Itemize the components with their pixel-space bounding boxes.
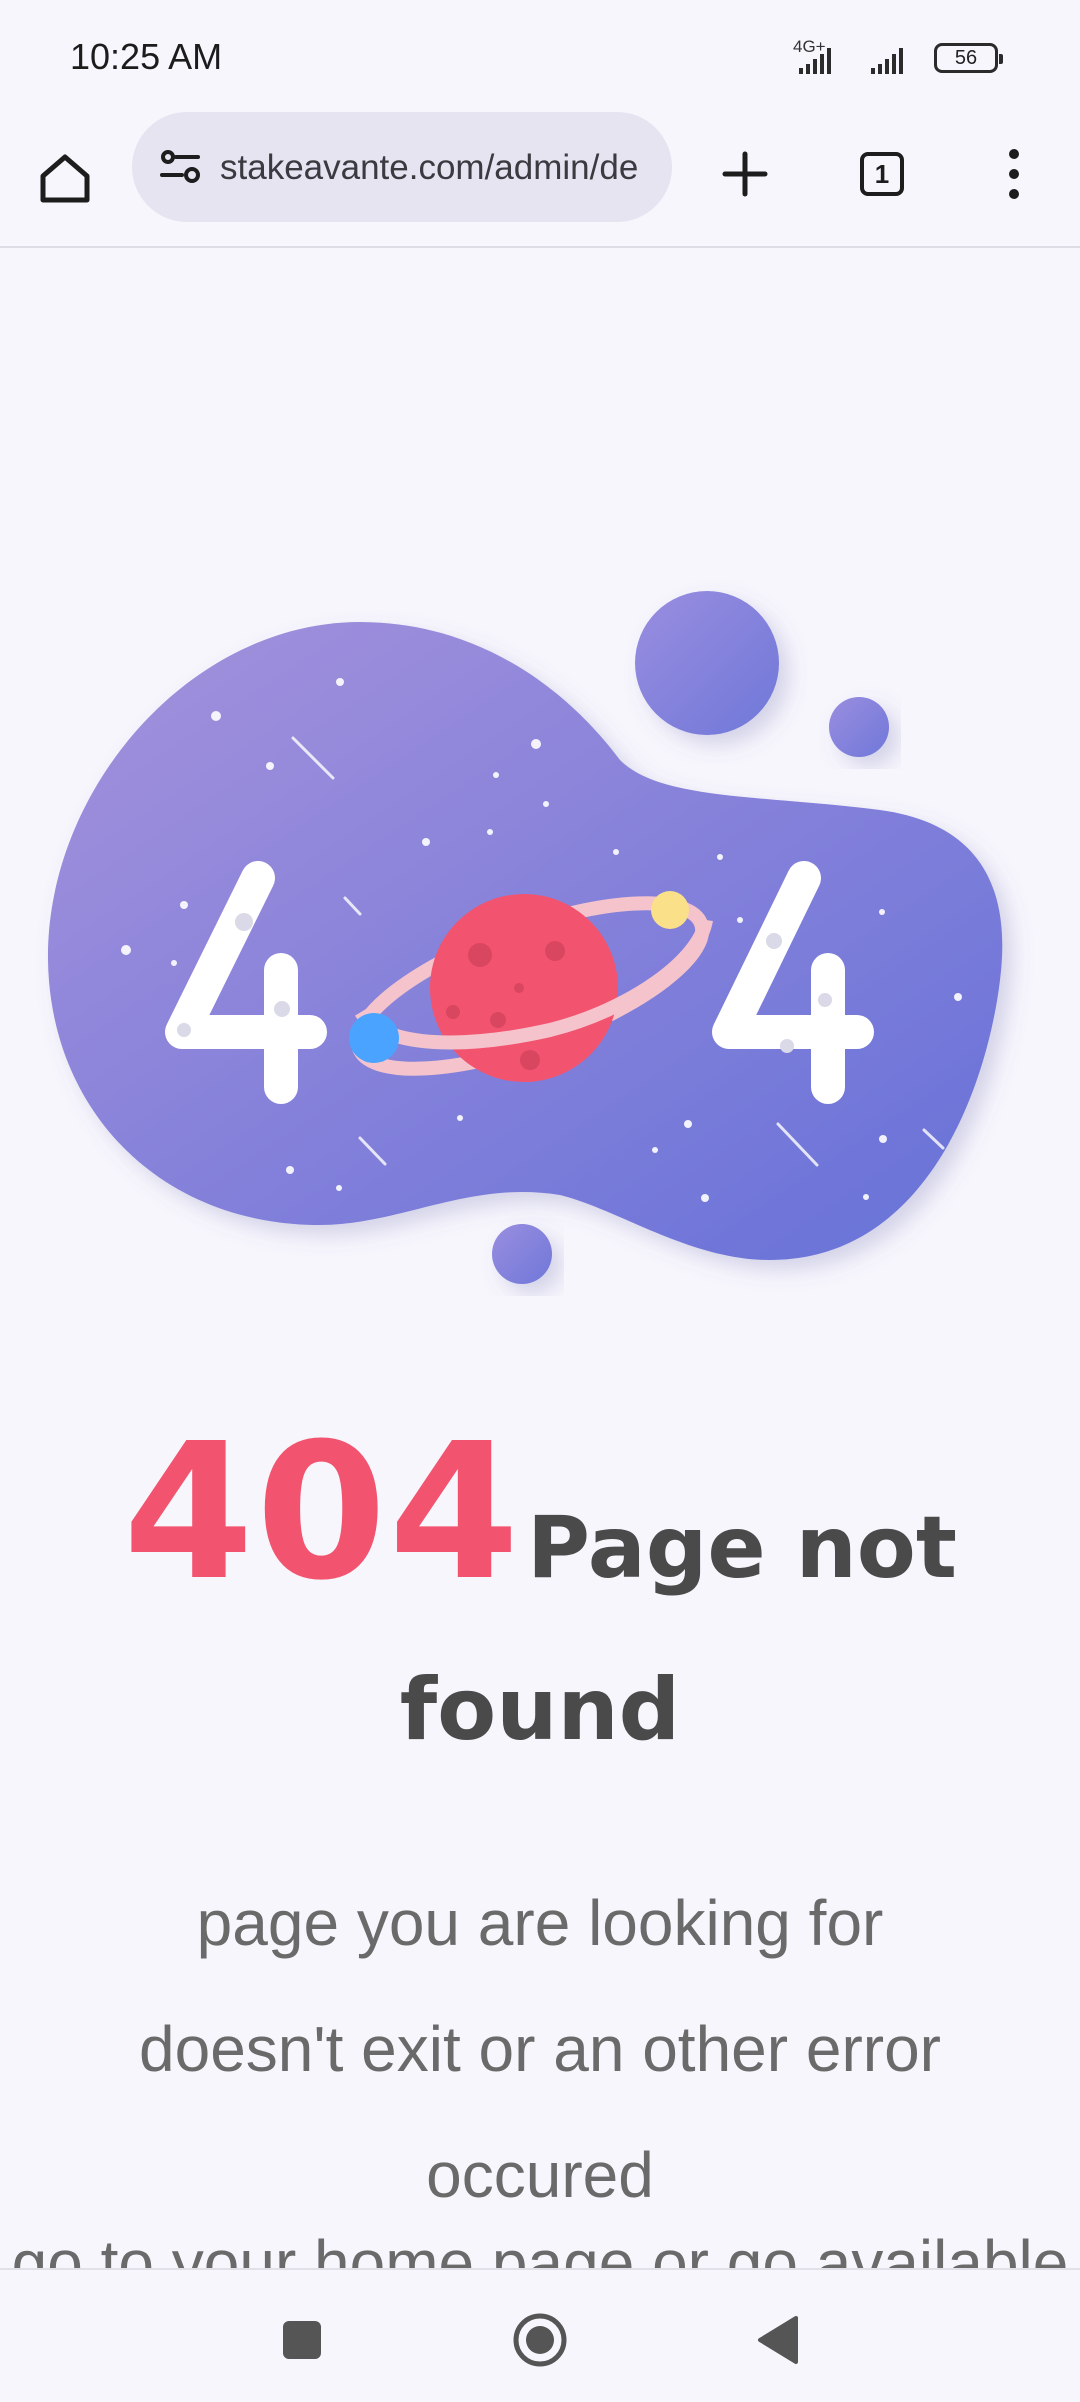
system-nav-bar — [0, 2268, 1080, 2402]
error-headline: 404 Page not — [0, 1419, 1080, 1657]
plus-icon — [722, 151, 768, 197]
bottom-moon — [492, 1224, 552, 1284]
menu-button[interactable] — [974, 134, 1054, 214]
error-message: page you are looking for doesn't exit or… — [60, 1860, 1020, 2238]
back-button[interactable] — [738, 2300, 818, 2380]
recents-button[interactable] — [262, 2300, 342, 2380]
error-title-part2: found — [399, 1660, 681, 1760]
home-nav-button[interactable] — [500, 2300, 580, 2380]
signal-icon — [799, 48, 903, 74]
home-icon — [40, 154, 90, 203]
message-line: doesn't exit or an other error — [139, 2013, 941, 2085]
message-line: page you are looking for — [196, 1887, 884, 1959]
clipped-message-line: go to your home page or go available — [0, 2230, 1080, 2268]
tab-switcher-button[interactable]: 1 — [842, 134, 922, 214]
browser-toolbar: stakeavante.com/admin/de 1 — [0, 112, 1080, 248]
yellow-satellite — [651, 891, 689, 929]
error-title-part1: Page not — [527, 1498, 957, 1598]
site-settings-icon[interactable] — [154, 139, 210, 195]
address-bar[interactable]: stakeavante.com/admin/de — [132, 112, 672, 222]
recents-icon — [283, 2321, 321, 2359]
small-moon — [829, 697, 889, 757]
back-icon — [758, 2316, 798, 2364]
space-404-illustration — [47, 591, 1003, 1284]
clipped-text: go to your home page or go available — [11, 2230, 1069, 2268]
home-button[interactable] — [30, 138, 100, 218]
status-bar: 10:25 AM 4G+ 56 — [0, 0, 1080, 112]
url-text[interactable]: stakeavante.com/admin/de — [220, 144, 650, 194]
home-circle-icon — [513, 2313, 567, 2367]
message-line: occured — [426, 2139, 654, 2211]
battery-level: 56 — [954, 46, 978, 69]
blue-satellite — [349, 1013, 399, 1063]
battery-icon: 56 — [934, 43, 1003, 73]
new-tab-button[interactable] — [705, 134, 785, 214]
more-vert-icon — [1009, 149, 1019, 199]
status-time: 10:25 AM — [70, 36, 223, 77]
error-code: 404 — [122, 1403, 522, 1622]
tab-switcher-icon: 1 — [860, 152, 904, 196]
large-moon — [635, 591, 779, 735]
